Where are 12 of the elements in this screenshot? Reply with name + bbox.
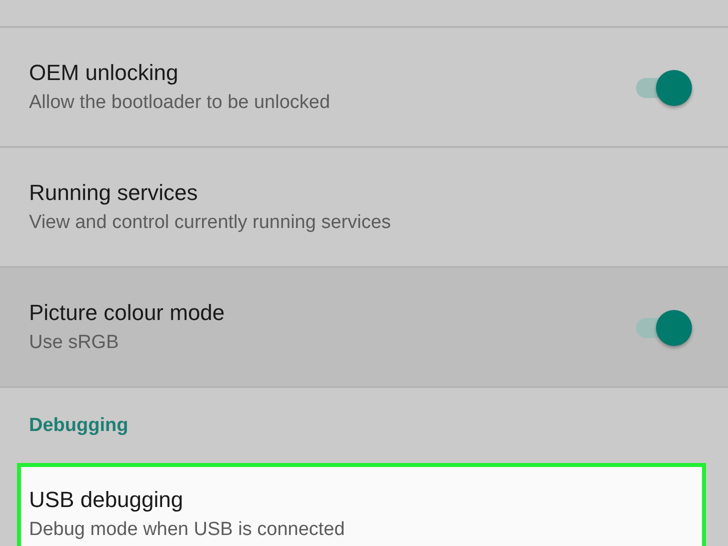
setting-subtitle: Use sRGB xyxy=(29,332,120,354)
setting-title: Picture colour mode xyxy=(29,300,226,326)
setting-title: USB debugging xyxy=(29,487,184,513)
setting-title: OEM unlocking xyxy=(29,60,180,86)
highlight-frame[interactable]: USB debugging Debug mode when USB is connected xyxy=(17,463,706,546)
setting-subtitle: View and control currently running services xyxy=(29,212,392,234)
setting-row[interactable]: OEM unlocking Allow the bootloader to be unlocked xyxy=(0,28,728,148)
setting-subtitle: Debug mode when USB is connected xyxy=(29,519,346,541)
setting-row[interactable]: Picture colour mode Use sRGB xyxy=(0,268,728,388)
section-header: Debugging xyxy=(28,414,130,438)
setting-title: Running services xyxy=(29,180,199,206)
setting-subtitle: Allow the bootloader to be unlocked xyxy=(29,92,332,114)
